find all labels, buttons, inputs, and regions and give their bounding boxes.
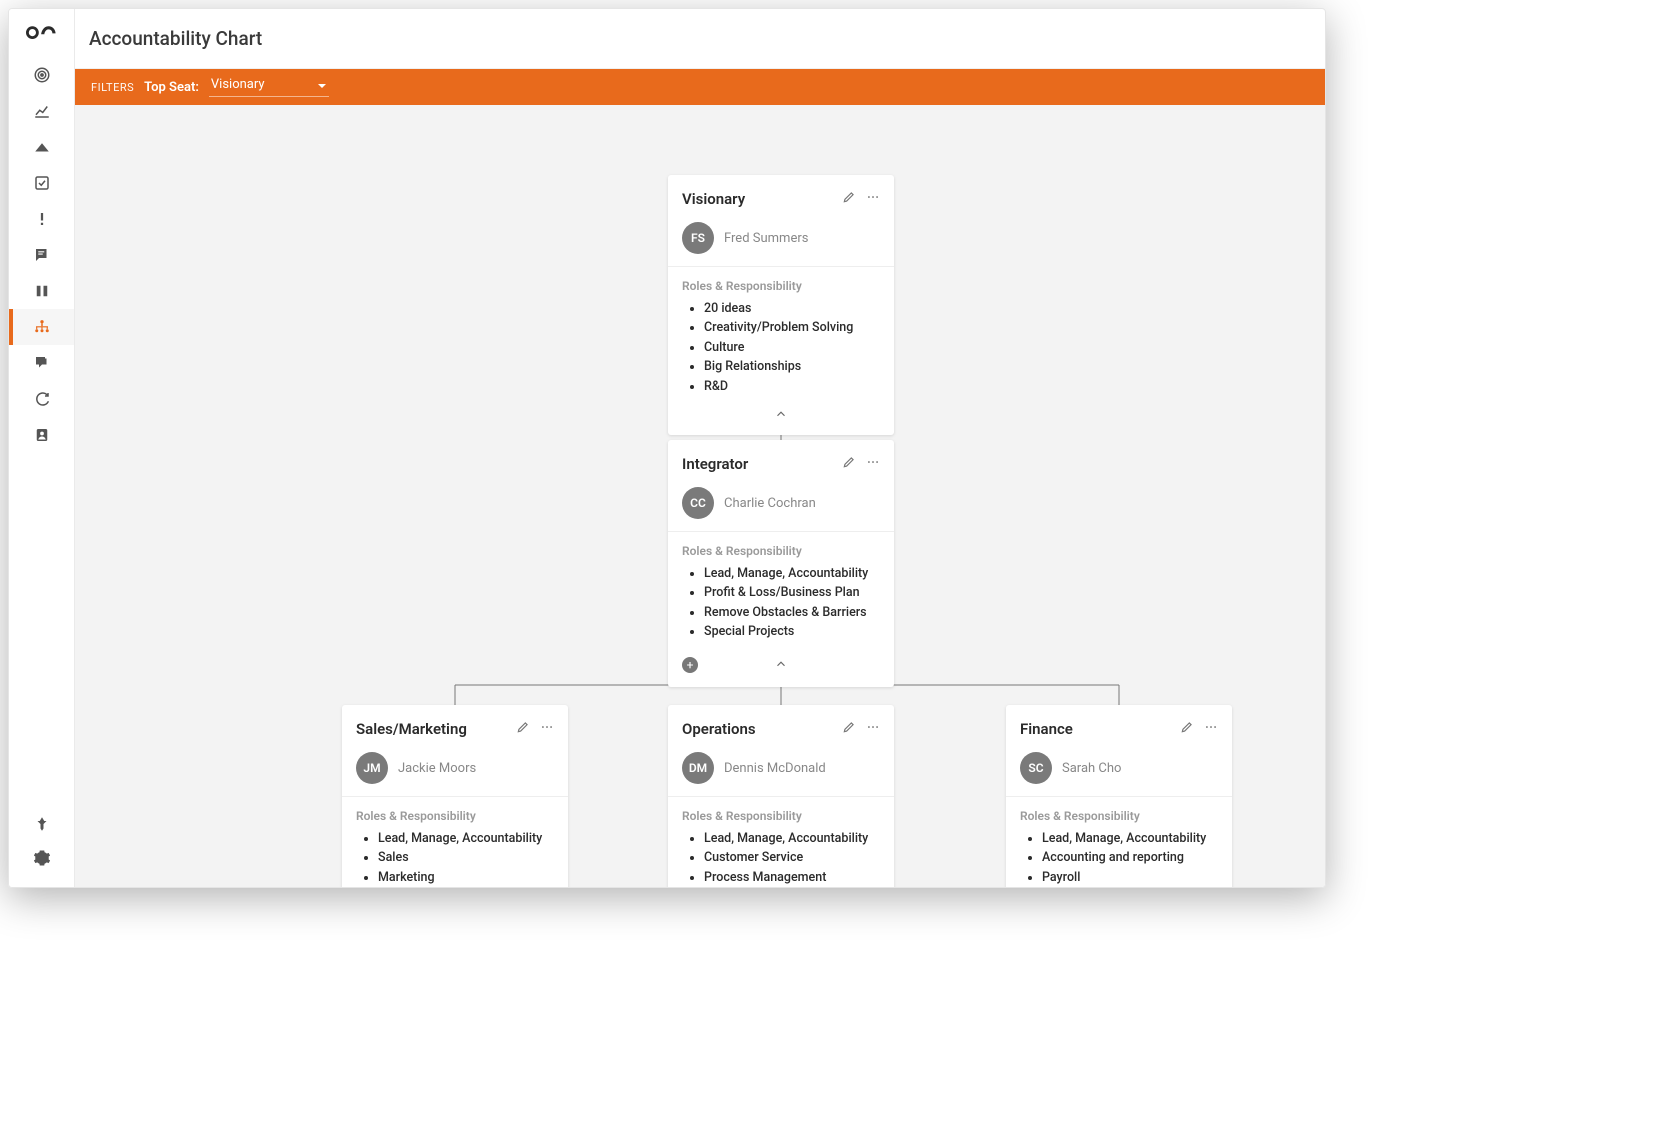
filters-label: FILTERS [91, 81, 134, 94]
nav-meetings[interactable] [9, 345, 74, 381]
role-item: Profit & Loss/Business Plan [704, 583, 880, 602]
nav-pin[interactable] [9, 807, 74, 841]
role-item: Customer Service [704, 848, 880, 867]
topseat-label: Top Seat: [144, 80, 199, 95]
nav-rocks[interactable] [9, 129, 74, 165]
nav-settings[interactable] [9, 841, 74, 875]
role-item: Creativity/Problem Solving [704, 318, 880, 337]
seat-title: Sales/Marketing [356, 720, 467, 738]
nav-headlines[interactable] [9, 237, 74, 273]
nav-directory[interactable] [9, 417, 74, 453]
nav-todos[interactable] [9, 165, 74, 201]
role-item: Culture [704, 338, 880, 357]
topseat-select[interactable]: Visionary [209, 77, 329, 97]
role-item: Special Projects [704, 622, 880, 641]
seat-title: Visionary [682, 190, 745, 208]
person-name: Fred Summers [724, 231, 808, 246]
avatar: JM [356, 752, 388, 784]
person-name: Sarah Cho [1062, 761, 1121, 776]
person-name: Dennis McDonald [724, 761, 826, 776]
roles-label: Roles & Responsibility [682, 279, 880, 293]
add-child-button[interactable]: + [682, 657, 698, 673]
chevron-down-icon [317, 81, 327, 91]
edit-icon[interactable] [1180, 719, 1194, 738]
role-item: Sales [378, 848, 554, 867]
avatar: FS [682, 222, 714, 254]
seat-card-sales: Sales/Marketing JM Jackie Moors Roles & … [342, 705, 568, 887]
role-item: Remove Obstacles & Barriers [704, 603, 880, 622]
filter-bar: FILTERS Top Seat: Visionary [75, 69, 1325, 105]
role-item: 20 ideas [704, 299, 880, 318]
role-item: Lead, Manage, Accountability [704, 564, 880, 583]
nav-scorecard[interactable] [9, 93, 74, 129]
avatar: SC [1020, 752, 1052, 784]
role-item: Lead, Manage, Accountability [378, 829, 554, 848]
collapse-icon[interactable] [774, 406, 788, 425]
role-item: Payroll [1042, 868, 1218, 887]
more-icon[interactable] [866, 454, 880, 473]
roles-label: Roles & Responsibility [682, 809, 880, 823]
edit-icon[interactable] [842, 189, 856, 208]
role-item: R&D [704, 377, 880, 396]
seat-title: Integrator [682, 455, 748, 473]
more-icon[interactable] [866, 189, 880, 208]
seat-card-integrator: Integrator CC Charlie Cochran Roles & Re… [668, 440, 894, 687]
more-icon[interactable] [1204, 719, 1218, 738]
avatar: CC [682, 487, 714, 519]
roles-label: Roles & Responsibility [356, 809, 554, 823]
role-item: Lead, Manage, Accountability [704, 829, 880, 848]
seat-title: Operations [682, 720, 756, 738]
more-icon[interactable] [866, 719, 880, 738]
avatar: DM [682, 752, 714, 784]
collapse-icon[interactable] [774, 656, 788, 675]
app-logo [26, 23, 58, 45]
topseat-value: Visionary [209, 77, 329, 97]
seat-card-visionary: Visionary FS Fred Summers Roles & Respon… [668, 175, 894, 435]
roles-label: Roles & Responsibility [682, 544, 880, 558]
roles-label: Roles & Responsibility [1020, 809, 1218, 823]
person-name: Charlie Cochran [724, 496, 816, 511]
sidebar [9, 9, 75, 887]
nav-targets[interactable] [9, 57, 74, 93]
nav-issues[interactable] [9, 201, 74, 237]
edit-icon[interactable] [842, 719, 856, 738]
role-item: Lead, Manage, Accountability [1042, 829, 1218, 848]
more-icon[interactable] [540, 719, 554, 738]
seat-card-operations: Operations DM Dennis McDonald Roles & Re… [668, 705, 894, 887]
role-item: Marketing [378, 868, 554, 887]
role-item: Accounting and reporting [1042, 848, 1218, 867]
edit-icon[interactable] [516, 719, 530, 738]
nav-accountability-chart[interactable] [9, 309, 74, 345]
chart-canvas[interactable]: Visionary FS Fred Summers Roles & Respon… [75, 105, 1325, 887]
page-title: Accountability Chart [89, 27, 262, 50]
nav-process[interactable] [9, 381, 74, 417]
role-item: Process Management [704, 868, 880, 887]
person-name: Jackie Moors [398, 761, 476, 776]
page-header: Accountability Chart [75, 9, 1325, 69]
seat-card-finance: Finance SC Sarah Cho Roles & Responsibil… [1006, 705, 1232, 887]
seat-title: Finance [1020, 720, 1073, 738]
nav-vision[interactable] [9, 273, 74, 309]
edit-icon[interactable] [842, 454, 856, 473]
role-item: Big Relationships [704, 357, 880, 376]
